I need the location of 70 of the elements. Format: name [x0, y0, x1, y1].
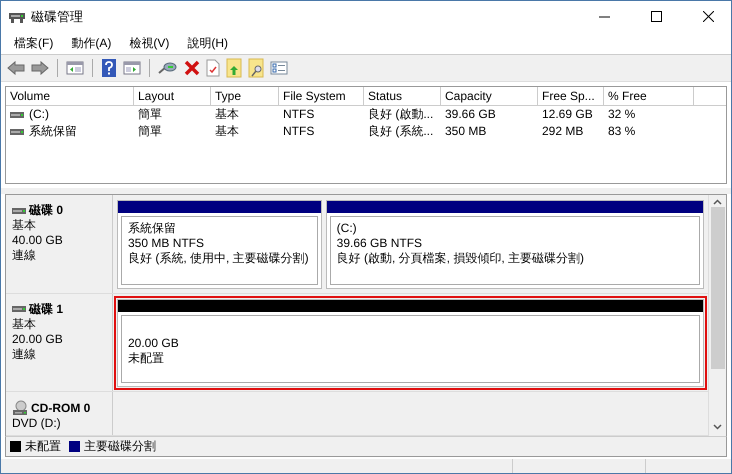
- legend-label: 未配置: [25, 438, 61, 455]
- volume-icon: [10, 128, 24, 134]
- disk-info: 連線: [12, 248, 37, 263]
- partition[interactable]: (C:) 39.66 GB NTFS 良好 (啟動, 分頁檔案, 損毀傾印, 主要磁碟分割): [326, 200, 704, 288]
- cd-drive-icon: [12, 400, 28, 416]
- checklist-icon[interactable]: [270, 61, 288, 75]
- column-header[interactable]: File System: [279, 87, 364, 106]
- partition-info: (C:): [336, 221, 358, 236]
- disk-name: CD-ROM 0: [31, 400, 90, 416]
- column-header[interactable]: Layout: [134, 87, 211, 106]
- column-header[interactable]: Type: [211, 87, 279, 106]
- disk-info: 20.00 GB: [12, 332, 64, 346]
- table-cell: 基本: [215, 106, 239, 123]
- maximize-icon: [650, 11, 662, 22]
- delete-icon[interactable]: [184, 60, 200, 76]
- disk-name: 磁碟 1: [29, 302, 64, 316]
- unallocated-space[interactable]: 20.00 GB 未配置: [117, 298, 704, 387]
- close-icon: [702, 11, 714, 22]
- partition-info: 未配置: [128, 350, 165, 366]
- table-cell: 12.69 GB: [542, 106, 593, 123]
- scrollbar[interactable]: [708, 195, 726, 436]
- column-header[interactable]: Free Sp...: [538, 87, 604, 106]
- disk-info: 基本: [12, 316, 37, 332]
- disk-name: 磁碟 0: [29, 203, 64, 218]
- table-cell: 39.66 GB: [445, 106, 496, 123]
- window-icon[interactable]: [123, 60, 141, 76]
- partition-info: 良好 (啟動, 分頁檔案, 損毀傾印, 主要磁碟分割): [336, 251, 585, 266]
- window-icon[interactable]: [66, 60, 84, 76]
- connector-icon[interactable]: [158, 61, 178, 75]
- column-header[interactable]: Capacity: [441, 87, 538, 106]
- document-check-icon[interactable]: [206, 59, 220, 77]
- menu-item[interactable]: 動作(A): [62, 34, 120, 52]
- table-cell: 292 MB: [542, 123, 584, 140]
- window-title: 磁碟管理: [31, 8, 84, 26]
- table-cell: 良好 (系統...: [368, 123, 434, 140]
- table-cell: 簡單: [138, 106, 162, 123]
- partition-info: 39.66 GB NTFS: [336, 236, 424, 251]
- help-icon[interactable]: [101, 59, 117, 77]
- partition[interactable]: 系統保留 350 MB NTFS 良好 (系統, 使用中, 主要磁碟分割): [117, 200, 322, 288]
- table-cell: 簡單: [138, 123, 162, 140]
- drive-icon: [12, 208, 26, 214]
- disk-info: 40.00 GB: [12, 233, 64, 248]
- legend-label: 主要磁碟分割: [84, 438, 156, 455]
- drive-icon: [12, 306, 26, 312]
- column-header[interactable]: Status: [364, 87, 441, 106]
- disk-info: 連線: [12, 346, 37, 362]
- menu-item[interactable]: 檔案(F): [5, 34, 62, 52]
- table-cell: 良好 (啟動...: [368, 106, 434, 123]
- scroll-up-icon[interactable]: [713, 199, 722, 205]
- volume-icon: [10, 112, 24, 118]
- table-cell: 83 %: [608, 123, 636, 140]
- disk-info: 基本: [12, 218, 37, 233]
- table-cell: NTFS: [283, 106, 314, 123]
- folder-magnifier-icon[interactable]: [248, 58, 264, 78]
- menu-item[interactable]: 檢視(V): [120, 34, 178, 52]
- table-cell: 32 %: [608, 106, 636, 123]
- column-header[interactable]: Volume: [6, 87, 134, 106]
- disk-info: DVD (D:): [12, 416, 62, 431]
- table-cell: 基本: [215, 123, 239, 140]
- table-cell: 350 MB: [445, 123, 486, 140]
- table-cell: NTFS: [283, 123, 314, 140]
- partition-info: 20.00 GB: [128, 336, 180, 350]
- partition-info: 良好 (系統, 使用中, 主要磁碟分割): [128, 251, 310, 266]
- partition-info: 系統保留: [128, 221, 177, 236]
- table-cell: (C:): [29, 106, 49, 123]
- scroll-down-icon[interactable]: [713, 424, 722, 430]
- partition-info: 350 MB NTFS: [128, 236, 206, 251]
- column-header[interactable]: % Free: [604, 87, 694, 106]
- table-cell: 系統保留: [29, 123, 77, 140]
- menu-item[interactable]: 說明(H): [178, 34, 237, 52]
